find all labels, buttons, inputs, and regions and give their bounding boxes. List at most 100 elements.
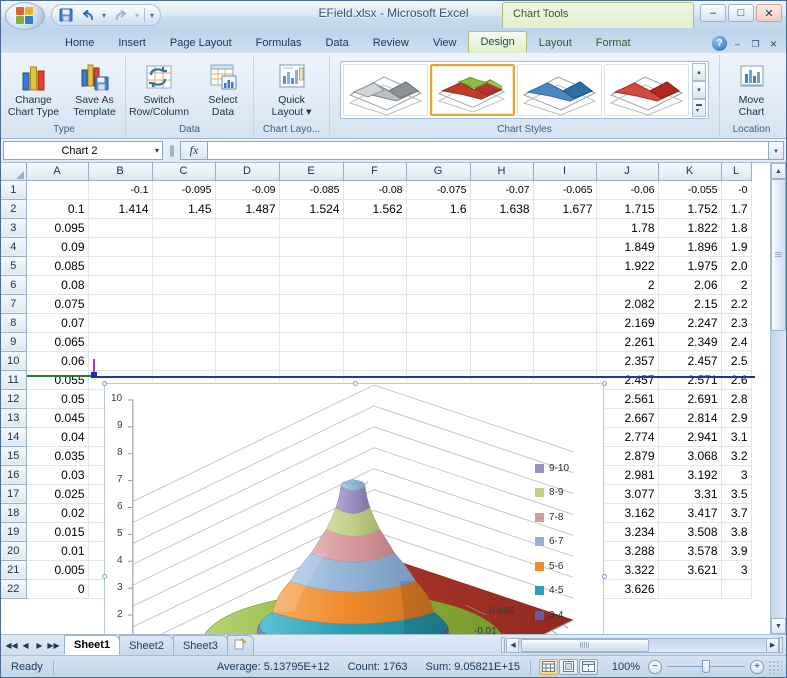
column-header-j[interactable]: J xyxy=(596,163,659,181)
cell-I10[interactable] xyxy=(533,351,597,371)
cell-B1[interactable]: -0.1 xyxy=(88,180,153,200)
hscroll-left-button[interactable]: ◀ xyxy=(506,637,520,653)
cell-I2[interactable]: 1.677 xyxy=(533,199,597,219)
scroll-up-button[interactable]: ▲ xyxy=(771,163,786,179)
cell-F1[interactable]: -0.08 xyxy=(343,180,407,200)
save-as-template-button[interactable]: Save As Template xyxy=(65,58,125,121)
cell-K7[interactable]: 2.15 xyxy=(658,294,722,314)
cell-G3[interactable] xyxy=(406,218,471,238)
cell-A22[interactable]: 0 xyxy=(26,579,89,599)
formula-bar-grip[interactable] xyxy=(163,144,180,157)
zoom-in-button[interactable]: + xyxy=(750,659,764,674)
column-header-b[interactable]: B xyxy=(88,163,153,181)
cell-K10[interactable]: 2.457 xyxy=(658,351,722,371)
sheet-tab-sheet2[interactable]: Sheet2 xyxy=(119,635,174,655)
page-break-preview-button[interactable] xyxy=(579,658,598,675)
chart-style-grayscale[interactable] xyxy=(343,64,428,116)
cell-G4[interactable] xyxy=(406,237,471,257)
chart-styles-gallery[interactable]: ▴ ▾ ▬ ▾ xyxy=(340,61,709,119)
row-header-16[interactable]: 16 xyxy=(1,465,27,485)
cell-A3[interactable]: 0.095 xyxy=(26,218,89,238)
cell-L13[interactable]: 2.9 xyxy=(721,408,752,428)
cell-J3[interactable]: 1.78 xyxy=(596,218,659,238)
cell-E6[interactable] xyxy=(279,275,344,295)
cell-C5[interactable] xyxy=(152,256,216,276)
select-data-button[interactable]: Select Data xyxy=(193,58,253,121)
cell-D1[interactable]: -0.09 xyxy=(215,180,280,200)
cell-G1[interactable]: -0.075 xyxy=(406,180,471,200)
cell-J19[interactable]: 3.234 xyxy=(596,522,659,542)
cell-A8[interactable]: 0.07 xyxy=(26,313,89,333)
cell-J17[interactable]: 3.077 xyxy=(596,484,659,504)
insert-function-icon[interactable]: fx xyxy=(180,141,208,160)
sheet-tab-sheet1[interactable]: Sheet1 xyxy=(64,635,121,655)
last-sheet-button[interactable]: ▶▶ xyxy=(47,641,60,650)
cell-D8[interactable] xyxy=(215,313,280,333)
cell-A11[interactable]: 0.055 xyxy=(26,370,89,390)
cell-I3[interactable] xyxy=(533,218,597,238)
cell-K14[interactable]: 2.941 xyxy=(658,427,722,447)
row-header-21[interactable]: 21 xyxy=(1,560,27,580)
app-restore-button[interactable]: ❐ xyxy=(748,37,763,51)
row-header-20[interactable]: 20 xyxy=(1,541,27,561)
cell-J10[interactable]: 2.357 xyxy=(596,351,659,371)
handle-ne[interactable] xyxy=(602,381,607,386)
cell-E5[interactable] xyxy=(279,256,344,276)
cell-G9[interactable] xyxy=(406,332,471,352)
handle-nw[interactable] xyxy=(102,381,107,386)
cell-G8[interactable] xyxy=(406,313,471,333)
next-sheet-button[interactable]: ▶ xyxy=(33,641,46,650)
cell-K11[interactable]: 2.571 xyxy=(658,370,722,390)
cell-E7[interactable] xyxy=(279,294,344,314)
cell-D4[interactable] xyxy=(215,237,280,257)
cell-G5[interactable] xyxy=(406,256,471,276)
normal-view-button[interactable] xyxy=(539,658,558,675)
tab-format[interactable]: Format xyxy=(584,32,643,53)
name-box[interactable]: Chart 2 ▾ xyxy=(3,141,163,160)
horizontal-scroll-thumb[interactable] xyxy=(521,638,650,652)
row-header-7[interactable]: 7 xyxy=(1,294,27,314)
cell-J12[interactable]: 2.561 xyxy=(596,389,659,409)
row-header-2[interactable]: 2 xyxy=(1,199,27,219)
cell-E4[interactable] xyxy=(279,237,344,257)
cell-G2[interactable]: 1.6 xyxy=(406,199,471,219)
cell-K17[interactable]: 3.31 xyxy=(658,484,722,504)
cell-A10[interactable]: 0.06 xyxy=(26,351,89,371)
cell-I9[interactable] xyxy=(533,332,597,352)
cell-J9[interactable]: 2.261 xyxy=(596,332,659,352)
cell-E9[interactable] xyxy=(279,332,344,352)
cell-E1[interactable]: -0.085 xyxy=(279,180,344,200)
cell-J11[interactable]: 2.457 xyxy=(596,370,659,390)
cell-H2[interactable]: 1.638 xyxy=(470,199,534,219)
cell-K19[interactable]: 3.508 xyxy=(658,522,722,542)
row-header-6[interactable]: 6 xyxy=(1,275,27,295)
cell-D2[interactable]: 1.487 xyxy=(215,199,280,219)
row-header-12[interactable]: 12 xyxy=(1,389,27,409)
row-header-19[interactable]: 19 xyxy=(1,522,27,542)
cell-B2[interactable]: 1.414 xyxy=(88,199,153,219)
sheet-tab-sheet3[interactable]: Sheet3 xyxy=(172,635,228,655)
close-button[interactable]: ✕ xyxy=(756,4,782,22)
cell-K22[interactable] xyxy=(658,579,722,599)
tab-home[interactable]: Home xyxy=(53,32,106,53)
zoom-out-button[interactable]: − xyxy=(648,659,662,674)
column-header-h[interactable]: H xyxy=(470,163,534,181)
cell-A14[interactable]: 0.04 xyxy=(26,427,89,447)
cell-D10[interactable] xyxy=(215,351,280,371)
cell-C6[interactable] xyxy=(152,275,216,295)
cell-L16[interactable]: 3 xyxy=(721,465,752,485)
cell-A5[interactable]: 0.085 xyxy=(26,256,89,276)
cell-A1[interactable] xyxy=(26,180,89,200)
cell-L14[interactable]: 3.1 xyxy=(721,427,752,447)
cell-L9[interactable]: 2.4 xyxy=(721,332,752,352)
cell-K2[interactable]: 1.752 xyxy=(658,199,722,219)
chart-style-blue[interactable] xyxy=(517,64,602,116)
cell-C2[interactable]: 1.45 xyxy=(152,199,216,219)
handle-e[interactable] xyxy=(602,574,607,579)
cell-C3[interactable] xyxy=(152,218,216,238)
cell-H8[interactable] xyxy=(470,313,534,333)
resize-grip[interactable] xyxy=(768,659,782,674)
zoom-slider[interactable]: − + xyxy=(648,659,764,674)
cell-A12[interactable]: 0.05 xyxy=(26,389,89,409)
move-chart-button[interactable]: Move Chart xyxy=(724,58,780,121)
